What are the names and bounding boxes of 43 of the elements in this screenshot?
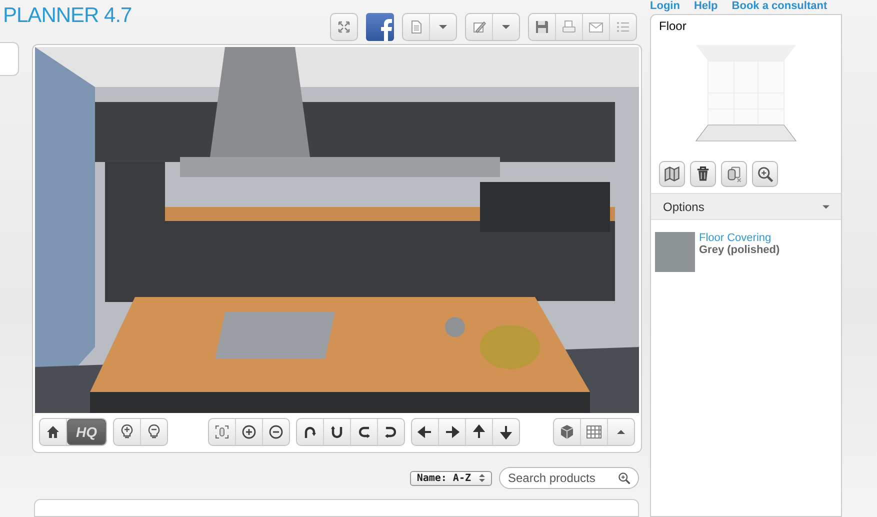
zoom-out-icon [268,424,284,440]
arrow-right-icon [444,424,460,440]
bulb-plus-icon [119,424,135,440]
duplicate-button[interactable] [721,161,747,187]
app-title: PLANNER 4.7 [3,4,132,28]
sort-dropdown[interactable]: Name: A-Z [410,470,492,486]
rotate-left-icon [356,424,372,440]
fullscreen-icon [336,19,352,35]
rotate-right-icon [383,424,399,440]
material-category[interactable]: Floor Covering [699,232,780,244]
zoom-in-icon [241,424,257,440]
list-icon [615,19,631,35]
bulb-minus-icon [146,424,162,440]
header-link[interactable]: Login [650,0,680,14]
options-header[interactable]: Options [651,193,841,220]
panel-title: Floor [658,18,688,35]
pencil-icon [471,19,487,35]
options-title: Options [663,200,706,214]
arrow-up-icon [471,424,487,440]
rotate-down-icon [329,424,345,440]
material-swatch[interactable] [655,232,695,272]
social-logo-icon [378,19,394,41]
grid-icon [586,424,602,440]
print-icon [561,19,577,35]
stepper-icon [479,473,485,483]
search-button[interactable] [752,161,778,187]
header-link[interactable]: Book a consultant [732,0,828,14]
cube-icon [559,424,575,440]
arrow-down-icon [498,424,514,440]
search-icon [617,471,631,485]
home-icon [45,424,61,440]
social-button[interactable] [366,13,394,41]
arrow-left-icon [417,424,433,440]
search-field[interactable]: Search products [499,467,639,489]
header-link[interactable]: Help [694,0,718,14]
search-icon [756,165,774,183]
hq-button[interactable]: HQ [67,419,106,445]
duplicate-icon [725,165,743,183]
trash-button[interactable] [690,161,716,187]
rotate-up-icon [302,424,318,440]
fit-view-icon [214,424,230,440]
save-icon [534,19,550,35]
material-name: Grey (polished) [699,244,780,256]
